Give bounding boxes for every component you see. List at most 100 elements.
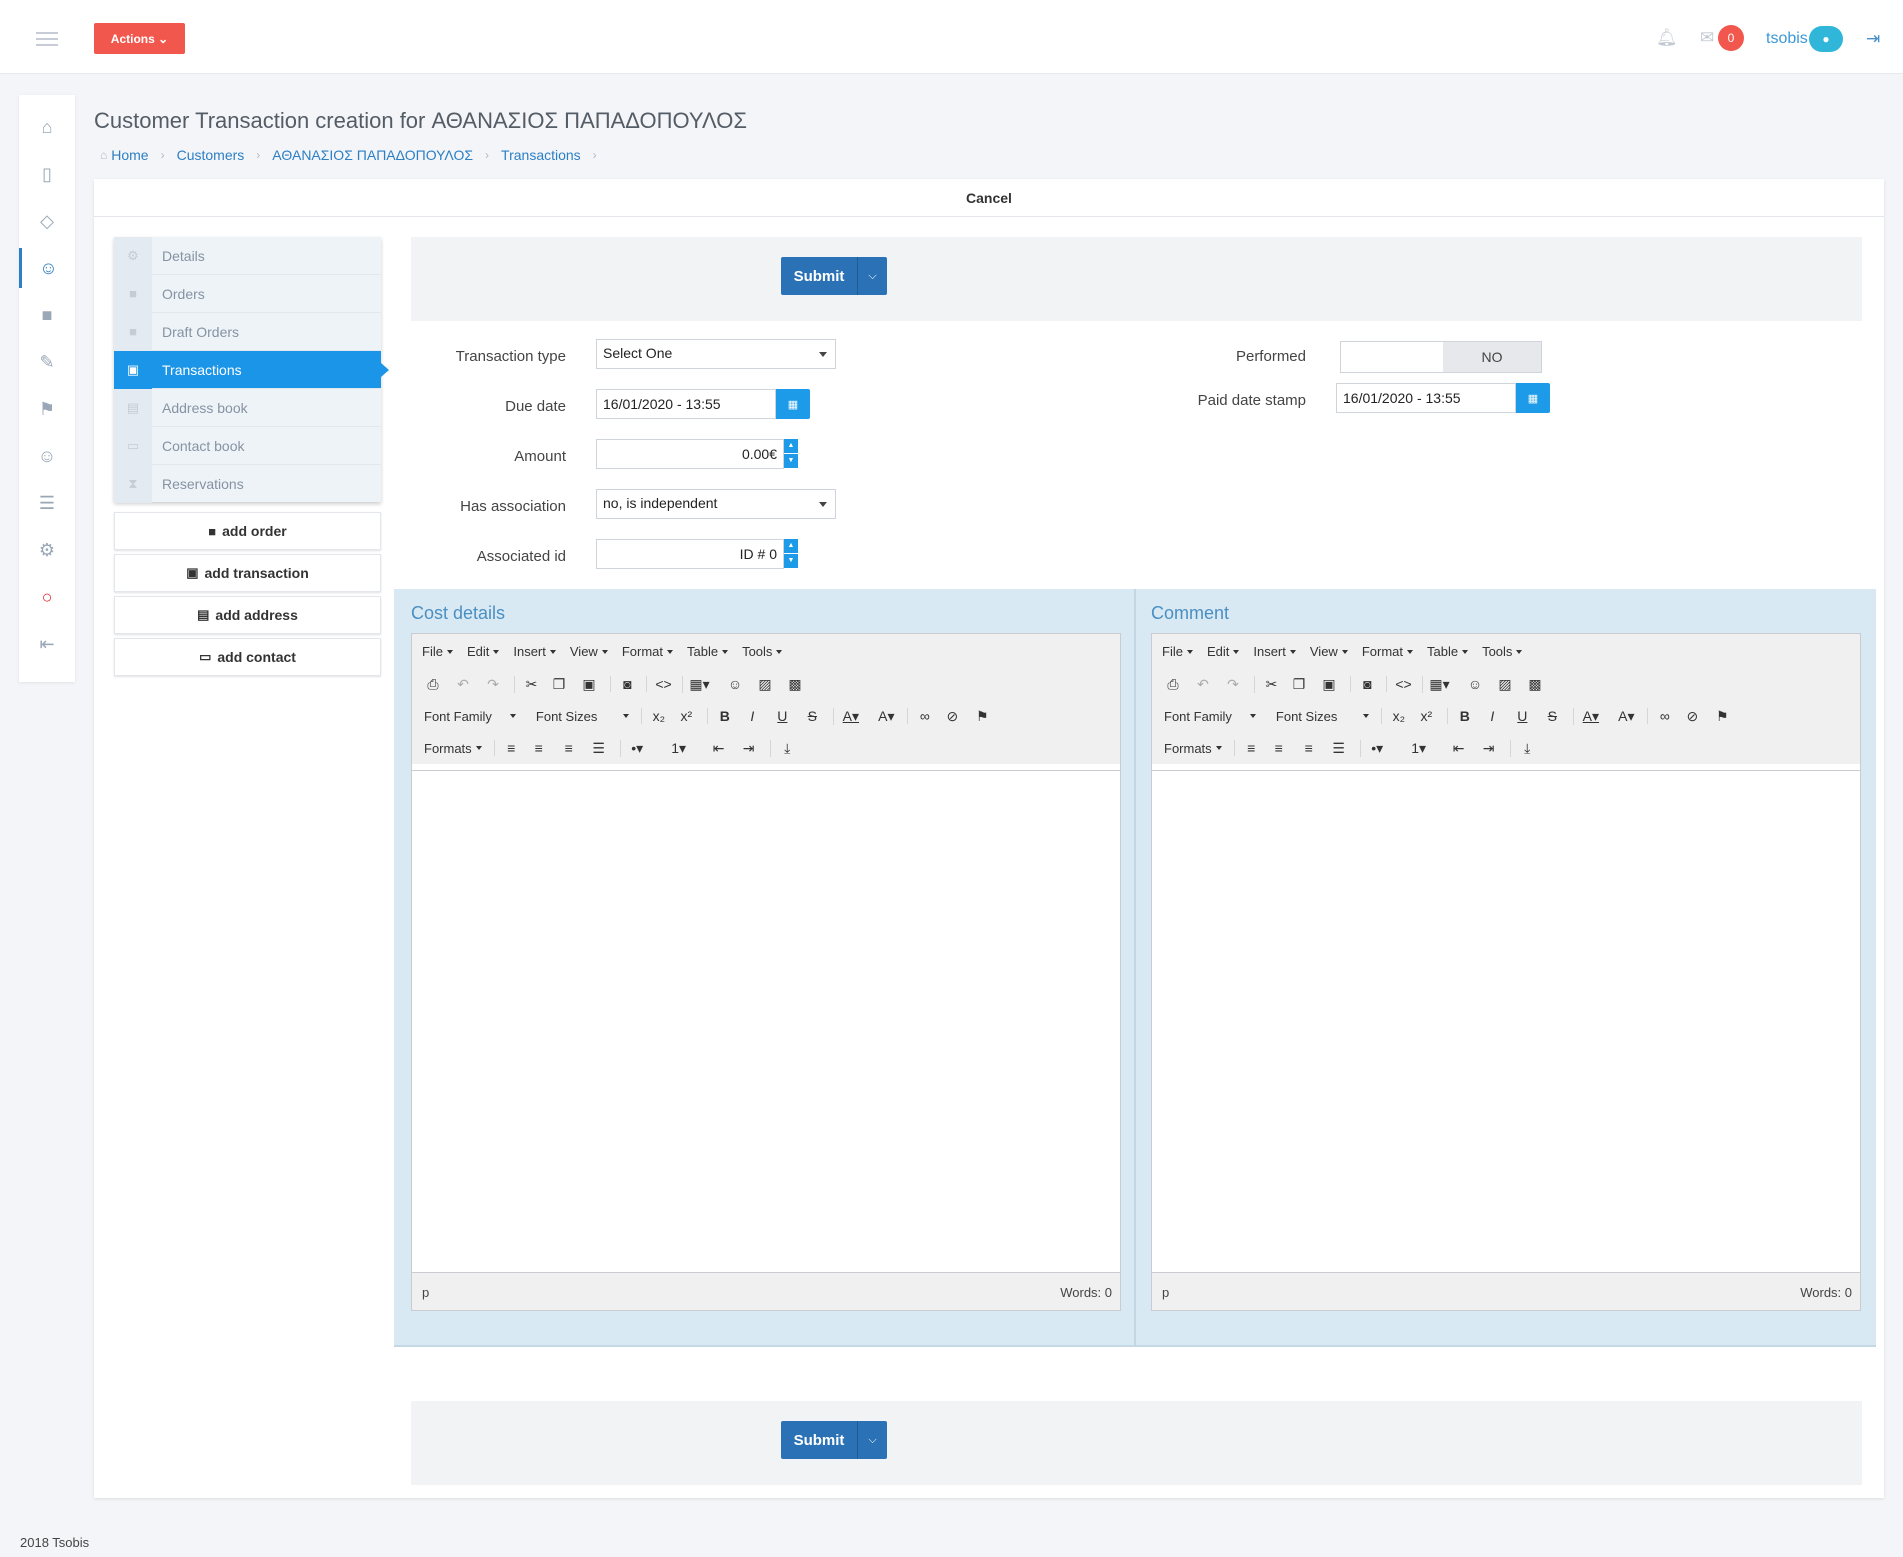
indent-icon[interactable]: ⇥ [1474,740,1504,757]
italic-icon[interactable]: I [737,708,767,724]
font-sizes-select[interactable]: Font Sizes [1276,709,1370,724]
user-icon[interactable]: ☺ [19,436,75,476]
strikethrough-icon[interactable]: S [1537,708,1567,724]
align-center-icon[interactable]: ≡ [524,740,554,756]
cut-icon[interactable]: ✂ [514,675,544,693]
background-color-icon[interactable]: A▾ [871,708,901,725]
text-color-icon[interactable]: A▾ [1573,707,1603,725]
media-icon[interactable]: ▩ [780,676,810,693]
breadcrumb-home[interactable]: Home [111,147,148,163]
username[interactable]: tsobis [1766,30,1808,48]
cart-icon[interactable]: ■ [19,295,75,335]
strikethrough-icon[interactable]: S [797,708,827,724]
undo-icon[interactable]: ↶ [448,676,478,693]
font-family-select[interactable]: Font Family [424,709,516,724]
transaction-type-select[interactable]: Select One [596,339,836,369]
exit-icon[interactable]: ⇤ [19,624,75,664]
insert-icon[interactable]: ⤓ [1509,739,1540,757]
code-icon[interactable]: <> [646,676,676,692]
actions-button[interactable]: Actions ⌄ [94,23,185,54]
copy-icon[interactable]: ❐ [544,676,574,693]
menu-file[interactable]: File [1162,644,1193,659]
reader-icon[interactable]: ☰ [19,483,75,523]
associated-id-stepper[interactable]: ▲ ▼ [784,539,798,569]
superscript-icon[interactable]: x² [1411,708,1441,724]
unlink-icon[interactable]: ⊘ [1677,708,1707,725]
menu-file[interactable]: File [422,644,453,659]
print-icon[interactable]: ⎙ [1158,676,1188,693]
formats-select[interactable]: Formats [424,741,482,756]
breadcrumb-customers[interactable]: Customers [177,147,245,163]
cost-details-content[interactable] [412,770,1120,1270]
breadcrumb-transactions[interactable]: Transactions [501,147,581,163]
emoticon-icon[interactable]: ☺ [1460,676,1490,692]
copy-icon[interactable]: ❐ [1284,676,1314,693]
align-left-icon[interactable]: ≡ [493,740,524,756]
justify-icon[interactable]: ☰ [584,740,614,757]
layers-icon[interactable]: ◇ [19,201,75,241]
emoticon-icon[interactable]: ☺ [720,676,750,692]
subscript-icon[interactable]: x₂ [641,708,671,724]
menu-insert[interactable]: Insert [1253,644,1296,659]
redo-icon[interactable]: ↷ [478,676,508,693]
user-icon[interactable]: ● [1809,26,1843,52]
performed-toggle[interactable]: NO [1340,341,1542,373]
bookmark-icon[interactable]: ⚑ [967,708,997,725]
subscript-icon[interactable]: x₂ [1381,708,1411,724]
side-item-address-book[interactable]: ▤ Address book [114,388,381,427]
edit-icon[interactable]: ✎ [19,342,75,382]
side-item-transactions[interactable]: ▣ Transactions [114,350,389,389]
outdent-icon[interactable]: ⇤ [1444,740,1474,757]
bold-icon[interactable]: B [707,708,737,724]
status-path[interactable]: p [422,1285,429,1300]
bold-icon[interactable]: B [1447,708,1477,724]
side-item-details[interactable]: ⚙ Details [114,236,381,275]
customers-icon[interactable]: ☺ [19,248,75,288]
menu-edit[interactable]: Edit [1207,644,1239,659]
find-icon[interactable]: ◙ [610,676,640,692]
redo-icon[interactable]: ↷ [1218,676,1248,693]
menu-table[interactable]: Table [1427,644,1468,659]
associated-id-input[interactable]: ID # 0 [596,539,784,569]
bulb-icon[interactable]: ○ [19,577,75,617]
comment-content[interactable] [1152,770,1860,1270]
book-icon[interactable]: ▯ [19,154,75,194]
bullet-list-icon[interactable]: •▾ [619,739,650,757]
media-icon[interactable]: ▩ [1520,676,1550,693]
home-icon[interactable]: ⌂ [19,107,75,147]
submit-button[interactable]: Submit [781,1421,857,1459]
underline-icon[interactable]: U [1507,708,1537,724]
add-transaction-button[interactable]: ▣ add transaction [114,554,381,592]
menu-view[interactable]: View [1310,644,1348,659]
font-sizes-select[interactable]: Font Sizes [536,709,630,724]
breadcrumb-customer[interactable]: ΑΘΑΝΑΣΙΟΣ ΠΑΠΑΔΟΠΟΥΛΟΣ [272,147,473,163]
chevron-down-icon[interactable]: ⌵ [857,1421,887,1459]
paste-icon[interactable]: ▣ [1314,676,1344,693]
image-icon[interactable]: ▨ [750,676,780,693]
underline-icon[interactable]: U [767,708,797,724]
image-icon[interactable]: ▨ [1490,676,1520,693]
text-color-icon[interactable]: A▾ [833,707,863,725]
justify-icon[interactable]: ☰ [1324,740,1354,757]
calendar-icon[interactable]: ▦ [776,389,810,419]
amount-stepper[interactable]: ▲ ▼ [784,439,798,469]
font-family-select[interactable]: Font Family [1164,709,1256,724]
align-right-icon[interactable]: ≡ [1294,740,1324,756]
table-icon[interactable]: ▦▾ [682,675,712,693]
logout-icon[interactable]: ⇥ [1866,29,1880,49]
code-icon[interactable]: <> [1386,676,1416,692]
find-icon[interactable]: ◙ [1350,676,1380,692]
status-path[interactable]: p [1162,1285,1169,1300]
align-right-icon[interactable]: ≡ [554,740,584,756]
bookmark-icon[interactable]: ⚑ [1707,708,1737,725]
menu-table[interactable]: Table [687,644,728,659]
unlink-icon[interactable]: ⊘ [937,708,967,725]
side-item-reservations[interactable]: ⧗ Reservations [114,465,381,503]
menu-tools[interactable]: Tools [742,644,782,659]
table-icon[interactable]: ▦▾ [1422,675,1452,693]
chevron-down-icon[interactable]: ⌵ [857,257,887,295]
side-item-orders[interactable]: ■ Orders [114,274,381,313]
side-item-contact-book[interactable]: ▭ Contact book [114,426,381,465]
submit-button[interactable]: Submit [781,257,857,295]
settings-icon[interactable]: ⚙ [19,530,75,570]
